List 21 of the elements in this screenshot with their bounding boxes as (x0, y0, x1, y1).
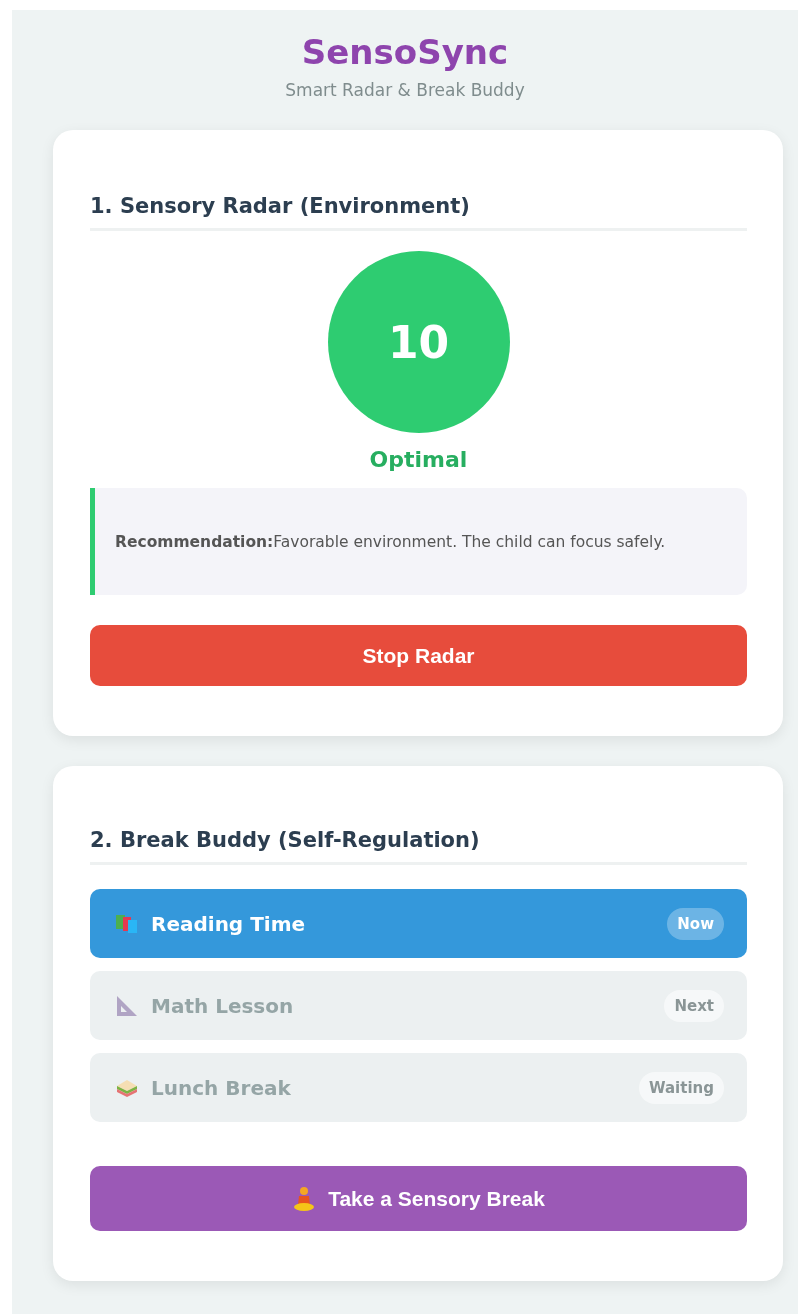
books-icon (115, 912, 139, 935)
schedule-label: Math Lesson (151, 993, 295, 1018)
schedule-item[interactable]: Reading Time Now (90, 889, 747, 958)
status-badge: Waiting (639, 1071, 724, 1104)
schedule-item[interactable]: Lunch Break Waiting (90, 1053, 747, 1122)
schedule-item[interactable]: Math Lesson Next (90, 971, 747, 1040)
app-title: SensoSync (301, 32, 509, 72)
app-subtitle: Smart Radar & Break Buddy (285, 80, 525, 100)
stop-radar-button[interactable]: Stop Radar (90, 625, 747, 686)
schedule-label: Reading Time (151, 911, 307, 936)
schedule-label: Lunch Break (151, 1075, 292, 1100)
sensory-break-button[interactable]: Take a Sensory Break (90, 1166, 747, 1231)
section-heading: 2. Break Buddy (Self-Regulation) (90, 828, 747, 865)
section-heading: 1. Sensory Radar (Environment) (90, 194, 747, 231)
score-circle: 10 (327, 251, 510, 433)
status-label: Optimal (369, 447, 468, 472)
recommendation-text: Recommendation:Favorable environment. The child can focus safely. (115, 532, 666, 551)
button-label: Take a Sensory Break (328, 1186, 545, 1211)
status-badge: Next (664, 989, 724, 1022)
meditating-person-icon (292, 1185, 317, 1212)
status-badge: Now (667, 907, 724, 940)
